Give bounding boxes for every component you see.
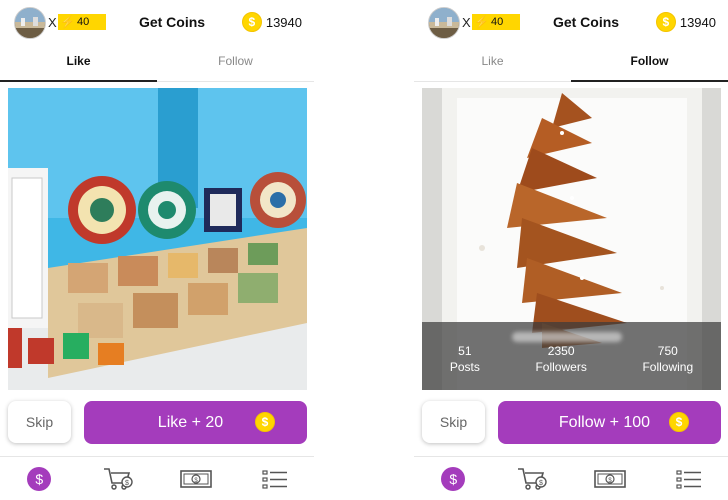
cart-coin-icon: $ <box>103 467 133 490</box>
coin-balance: $ 13940 <box>655 12 716 32</box>
tab-bar: Like Follow <box>0 44 314 82</box>
coin-icon: $ <box>255 412 275 432</box>
stat-value: 2350 <box>547 344 575 358</box>
stat-label: Following <box>642 360 694 374</box>
tab-bar: Like Follow <box>414 44 728 82</box>
coin-amount: 13940 <box>265 14 302 30</box>
nav-earnings[interactable]: $ <box>592 464 628 494</box>
energy-badge: ⚡ 40 <box>472 14 520 30</box>
stat-value: 51 <box>458 344 472 358</box>
nav-menu[interactable] <box>671 464 707 494</box>
coin-dollar-icon: $ <box>27 466 52 491</box>
nav-shop[interactable]: $ <box>514 464 550 494</box>
stat-value: 750 <box>657 344 678 358</box>
page-title: Get Coins <box>552 14 620 30</box>
stat-label: Posts <box>449 360 480 374</box>
skip-button[interactable]: Skip <box>422 401 485 443</box>
like-button-label: Like + 20 <box>157 413 224 431</box>
stat-following: 750 Following <box>642 343 693 375</box>
profile-preview: 51 Posts 2350 Followers 750 Following <box>422 88 721 390</box>
svg-text:$: $ <box>539 480 543 487</box>
cash-bill-icon: $ <box>180 469 213 488</box>
nav-shop[interactable]: $ <box>100 464 136 494</box>
tab-follow[interactable]: Follow <box>157 44 314 81</box>
tab-like[interactable]: Like <box>0 44 157 82</box>
nav-get-coins[interactable]: $ <box>21 464 57 494</box>
coin-balance: $ 13940 <box>241 12 302 32</box>
energy-value: 40 <box>76 16 90 28</box>
list-icon <box>676 469 701 489</box>
page-title: Get Coins <box>138 14 206 30</box>
avatar[interactable] <box>14 7 46 39</box>
bottom-nav: $ $ $ <box>414 456 728 500</box>
follow-screen: X ⚡ 40 Get Coins $ 13940 Like Follow 51 … <box>414 0 728 500</box>
follow-button[interactable]: Follow + 100 $ <box>498 401 721 444</box>
stat-label: Followers <box>535 360 587 374</box>
like-button[interactable]: Like + 20 $ <box>84 401 307 444</box>
stat-posts: 51 Posts <box>450 343 480 375</box>
coin-icon: $ <box>669 412 689 432</box>
app-screenshots: X ⚡ 40 Get Coins $ 13940 Like Follow Ski… <box>0 0 728 500</box>
skip-button[interactable]: Skip <box>8 401 71 443</box>
top-bar: X ⚡ 40 Get Coins $ 13940 <box>414 0 728 44</box>
coin-dollar-icon: $ <box>441 466 466 491</box>
coin-icon: $ <box>655 12 676 32</box>
like-screen: X ⚡ 40 Get Coins $ 13940 Like Follow Ski… <box>0 0 314 500</box>
energy-badge: ⚡ 40 <box>58 14 106 30</box>
follow-button-label: Follow + 100 <box>558 413 651 431</box>
moroccan-tiles-photo <box>8 88 307 390</box>
cash-bill-icon: $ <box>594 469 627 488</box>
bottom-nav: $ $ $ <box>0 456 314 500</box>
nav-get-coins[interactable]: $ <box>435 464 471 494</box>
energy-value: 40 <box>490 16 504 28</box>
nav-earnings[interactable]: $ <box>178 464 214 494</box>
coin-amount: 13940 <box>679 14 716 30</box>
nav-menu[interactable] <box>257 464 293 494</box>
lightning-icon: ⚡ <box>60 15 75 29</box>
list-icon <box>262 469 287 489</box>
tab-follow[interactable]: Follow <box>571 44 728 82</box>
avatar[interactable] <box>428 7 460 39</box>
post-image <box>8 88 307 390</box>
top-bar: X ⚡ 40 Get Coins $ 13940 <box>0 0 314 44</box>
svg-text:$: $ <box>125 480 129 487</box>
coin-icon: $ <box>241 12 262 32</box>
stat-followers: 2350 Followers <box>535 343 586 375</box>
close-mark[interactable]: X <box>48 15 57 30</box>
blurred-username <box>512 332 622 342</box>
cart-coin-icon: $ <box>517 467 547 490</box>
lightning-icon: ⚡ <box>474 15 489 29</box>
tab-like[interactable]: Like <box>414 44 571 81</box>
profile-stats: 51 Posts 2350 Followers 750 Following <box>422 322 721 390</box>
close-mark[interactable]: X <box>462 15 471 30</box>
